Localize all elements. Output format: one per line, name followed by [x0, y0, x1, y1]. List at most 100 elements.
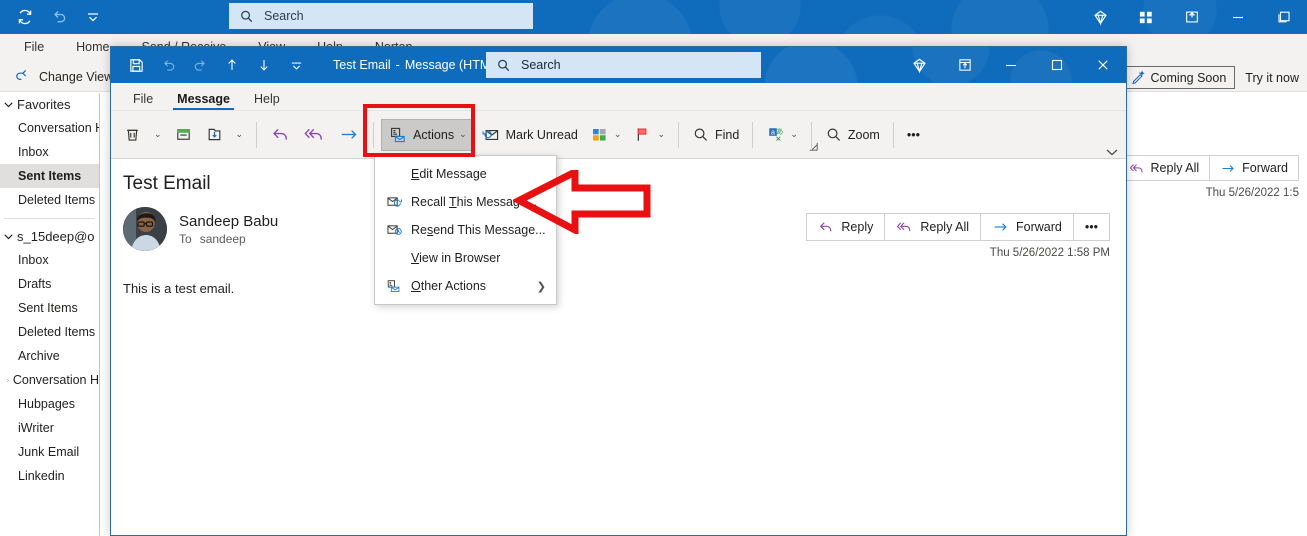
- email-body-text: This is a test email.: [123, 281, 235, 296]
- chevron-down-icon: [4, 234, 13, 240]
- forward-button[interactable]: Forward: [980, 213, 1073, 241]
- search-icon: [241, 10, 253, 22]
- ribbon-reply-button[interactable]: [264, 119, 297, 150]
- sidebar-item-sent-items-fav[interactable]: Sent Items: [0, 164, 99, 188]
- tab-file[interactable]: File: [8, 34, 60, 60]
- tags-dialog-launcher[interactable]: [808, 141, 819, 152]
- sidebar-item-drafts[interactable]: Drafts: [0, 272, 99, 296]
- nav-group-favorites[interactable]: Favorites: [0, 93, 99, 116]
- save-icon[interactable]: [121, 50, 151, 80]
- sidebar-item-hubpages[interactable]: Hubpages: [0, 392, 99, 416]
- maximize-icon[interactable]: [1034, 47, 1080, 83]
- sidebar-item-conversation-history-label: Conversation H: [12, 373, 99, 387]
- more-commands-button[interactable]: •••: [901, 123, 926, 147]
- move-to-dropdown[interactable]: ⌄: [230, 124, 250, 145]
- sidebar-item-deleted-items-fav[interactable]: Deleted Items: [0, 188, 99, 212]
- delete-dropdown[interactable]: ⌄: [148, 124, 168, 145]
- menu-item-other-actions-label: Other Actions: [411, 279, 487, 293]
- sidebar-item-iwriter[interactable]: iWriter: [0, 416, 99, 440]
- sender-info: Sandeep Babu To sandeep: [123, 207, 278, 251]
- reply-all-button[interactable]: Reply All: [884, 213, 981, 241]
- maximize-icon[interactable]: [1261, 0, 1307, 34]
- more-actions-button[interactable]: •••: [1072, 213, 1110, 241]
- ribbon-forward-button[interactable]: [332, 119, 366, 150]
- zoom-button[interactable]: Zoom: [819, 121, 886, 149]
- next-item-icon[interactable]: [249, 50, 279, 80]
- sidebar-item-sent-items[interactable]: Sent Items: [0, 296, 99, 320]
- categorize-button[interactable]: ⌄: [584, 120, 628, 149]
- chevron-right-icon: [7, 378, 9, 382]
- find-button[interactable]: Find: [686, 121, 745, 149]
- actions-dropdown-menu[interactable]: Edit Message Recall This Message... Rese…: [374, 155, 557, 305]
- premium-icon[interactable]: [896, 47, 942, 83]
- menu-item-resend-this-message[interactable]: Resend This Message...: [375, 216, 556, 244]
- search-icon: [694, 127, 708, 141]
- tab-help[interactable]: Help: [242, 90, 292, 110]
- email-subject: Test Email: [123, 173, 211, 194]
- bg-forward-button[interactable]: Forward: [1209, 155, 1299, 181]
- message-reply-buttons[interactable]: Reply Reply All Forward •••: [806, 213, 1110, 241]
- customize-qat-icon[interactable]: [281, 50, 311, 80]
- menu-item-edit-message[interactable]: Edit Message: [375, 160, 556, 188]
- message-window-controls[interactable]: [896, 47, 1126, 83]
- tab-message[interactable]: Message: [165, 90, 242, 110]
- menu-item-edit-message-label: Edit Message: [411, 167, 487, 181]
- sidebar-item-conversation-history[interactable]: Conversation H: [0, 368, 99, 392]
- main-search-box[interactable]: Search: [229, 3, 533, 29]
- ribbon-divider: [256, 121, 258, 148]
- translate-button[interactable]: a あ ⌄: [760, 120, 804, 149]
- menu-item-other-actions[interactable]: Other Actions ❯: [375, 272, 556, 300]
- mark-unread-button[interactable]: Mark Unread: [474, 120, 584, 150]
- apps-grid-icon[interactable]: [1123, 0, 1169, 34]
- try-it-now-link[interactable]: Try it now: [1245, 71, 1299, 85]
- follow-up-flag-button[interactable]: ⌄: [627, 120, 671, 149]
- main-window-controls[interactable]: [1077, 0, 1307, 34]
- menu-item-recall-this-message[interactable]: Recall This Message...: [375, 188, 556, 216]
- recall-message-icon: [385, 194, 411, 210]
- redo-icon[interactable]: [185, 50, 215, 80]
- bg-reply-all-button[interactable]: Reply All: [1117, 155, 1210, 181]
- avatar[interactable]: [123, 207, 167, 251]
- undo-icon[interactable]: [153, 50, 183, 80]
- sync-icon[interactable]: [10, 2, 40, 32]
- archive-icon: [176, 129, 190, 140]
- mark-unread-label: Mark Unread: [505, 127, 578, 142]
- folder-nav-pane[interactable]: Favorites Conversation H Inbox Sent Item…: [0, 93, 100, 536]
- ribbon-reply-all-button[interactable]: [297, 119, 332, 150]
- coming-soon-button[interactable]: Coming Soon: [1120, 66, 1236, 89]
- move-to-button[interactable]: [199, 120, 230, 149]
- sidebar-item-linkedin[interactable]: Linkedin: [0, 464, 99, 488]
- sidebar-item-inbox-fav[interactable]: Inbox: [0, 140, 99, 164]
- previous-item-icon[interactable]: [217, 50, 247, 80]
- delete-button[interactable]: [117, 120, 148, 149]
- message-search-box[interactable]: Search: [486, 52, 761, 78]
- actions-button[interactable]: Actions ⌄: [381, 118, 474, 151]
- restore-down-icon[interactable]: [1169, 0, 1215, 34]
- chevron-right-icon: ❯: [536, 280, 546, 293]
- sidebar-item-inbox[interactable]: Inbox: [0, 248, 99, 272]
- change-view-button[interactable]: Change View: [8, 64, 119, 89]
- archive-button[interactable]: [168, 120, 199, 149]
- more-actions-label: •••: [1084, 220, 1098, 234]
- message-ribbon-tabs[interactable]: File Message Help: [111, 83, 1126, 111]
- collapse-ribbon-button[interactable]: [1104, 147, 1120, 157]
- menu-item-view-in-browser[interactable]: View in Browser: [375, 244, 556, 272]
- main-search-placeholder: Search: [264, 9, 304, 23]
- close-icon[interactable]: [1080, 47, 1126, 83]
- message-quick-access-toolbar[interactable]: [111, 50, 311, 80]
- tab-file[interactable]: File: [121, 90, 165, 110]
- sidebar-item-conversation-history-fav[interactable]: Conversation H: [0, 116, 99, 140]
- export-icon[interactable]: [942, 47, 988, 83]
- sender-text: Sandeep Babu To sandeep: [179, 213, 278, 246]
- undo-icon[interactable]: [44, 2, 74, 32]
- sidebar-item-junk-email[interactable]: Junk Email: [0, 440, 99, 464]
- customize-qat-icon[interactable]: [78, 2, 108, 32]
- reply-button[interactable]: Reply: [806, 213, 885, 241]
- sidebar-item-deleted-items[interactable]: Deleted Items: [0, 320, 99, 344]
- minimize-icon[interactable]: [1215, 0, 1261, 34]
- minimize-icon[interactable]: [988, 47, 1034, 83]
- nav-group-account[interactable]: s_15deep@o: [0, 225, 99, 248]
- premium-icon[interactable]: [1077, 0, 1123, 34]
- sidebar-item-archive[interactable]: Archive: [0, 344, 99, 368]
- main-quick-access-toolbar[interactable]: [10, 0, 108, 34]
